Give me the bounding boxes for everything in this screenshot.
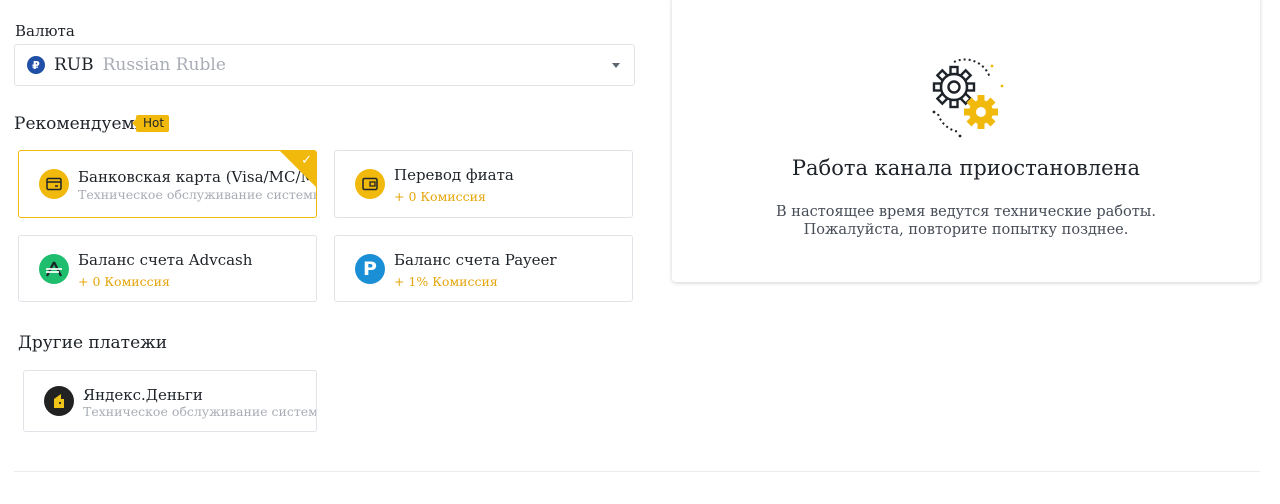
gears-maintenance-icon <box>932 58 1004 138</box>
yandex-money-icon <box>44 386 74 416</box>
payment-method-yandex-money[interactable]: Яндекс.Деньги Техническое обслуживание с… <box>23 370 317 432</box>
check-icon: ✓ <box>301 153 312 168</box>
hot-badge: Hot <box>131 115 170 132</box>
payment-method-fiat-transfer[interactable]: Перевод фиата + 0 Комиссия <box>334 150 633 218</box>
payment-method-fee: + 0 Комиссия <box>394 189 486 204</box>
payment-method-name: Перевод фиата <box>394 166 514 184</box>
payment-method-status: Техническое обслуживание системы <box>83 404 317 419</box>
payeer-icon: P <box>355 254 385 284</box>
currency-code: RUB <box>54 55 94 75</box>
payment-method-name: Яндекс.Деньги <box>83 386 203 404</box>
channel-status-title: Работа канала приостановлена <box>791 156 1141 180</box>
currency-select[interactable]: ₽ RUB Russian Ruble <box>14 44 635 86</box>
advcash-icon <box>39 254 69 284</box>
payment-method-advcash[interactable]: Баланс счета Advcash + 0 Комиссия <box>18 235 317 302</box>
payment-method-bank-card[interactable]: Банковская карта (Visa/MC/MIR) Техническ… <box>18 150 317 218</box>
fiat-wallet-icon <box>355 169 385 199</box>
payment-method-status: Техническое обслуживание системы <box>78 187 317 202</box>
payment-method-name: Баланс счета Payeer <box>394 251 557 269</box>
payment-method-fee: + 1% Комиссия <box>394 274 498 289</box>
bank-card-icon <box>39 169 69 199</box>
caret-down-icon <box>612 63 620 68</box>
ruble-icon: ₽ <box>27 56 45 74</box>
payment-method-payeer[interactable]: P Баланс счета Payeer + 1% Комиссия <box>334 235 633 302</box>
other-payments-title: Другие платежи <box>18 333 168 353</box>
payment-method-name: Баланс счета Advcash <box>78 251 253 269</box>
channel-status-panel: Работа канала приостановлена В настоящее… <box>672 0 1260 282</box>
currency-name: Russian Ruble <box>102 55 226 75</box>
currency-label: Валюта <box>15 22 75 40</box>
channel-status-message: В настоящее время ведутся технические ра… <box>776 204 1156 238</box>
payment-method-fee: + 0 Комиссия <box>78 274 170 289</box>
divider <box>14 471 1260 472</box>
